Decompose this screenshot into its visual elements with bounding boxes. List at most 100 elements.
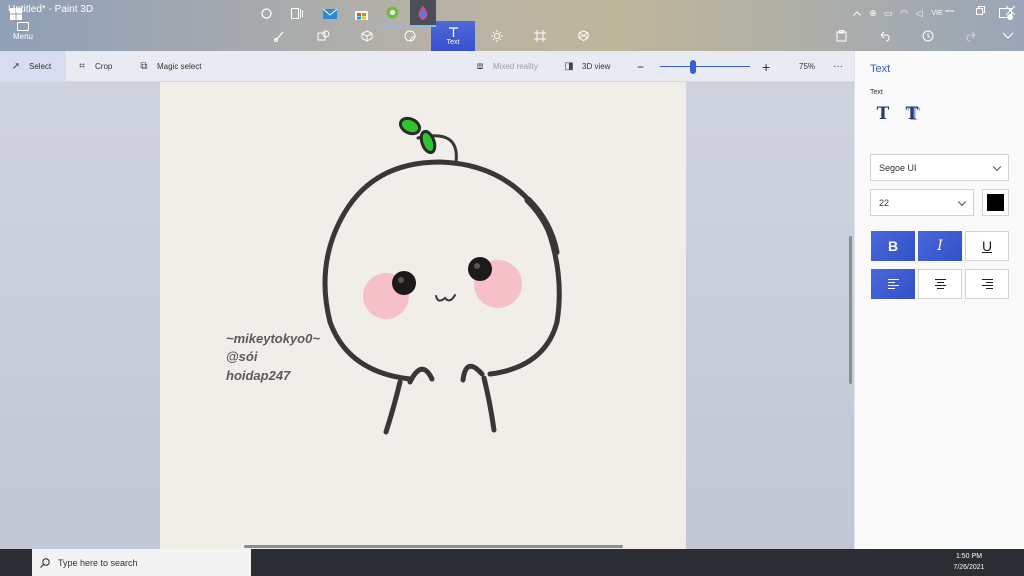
align-center-button[interactable] [918, 269, 962, 299]
font-family-dropdown[interactable]: Segoe UI [870, 154, 1009, 181]
zoom-slider-thumb[interactable] [690, 60, 696, 74]
view-3d-button[interactable]: ◨ 3D view [563, 51, 610, 82]
cursor-icon: ➚ [11, 61, 21, 72]
3d-text-button[interactable]: T [902, 104, 922, 124]
taskbar-search[interactable]: Type here to search [32, 549, 251, 576]
color-swatch [987, 194, 1004, 211]
tray-language[interactable]: VIE [928, 0, 946, 27]
tool-text[interactable]: Text [431, 21, 475, 51]
underline-button[interactable]: U [965, 231, 1009, 261]
minus-icon: − [637, 59, 645, 74]
paste-button[interactable] [830, 25, 852, 47]
panel-title: Text [870, 63, 891, 75]
task-view-button[interactable] [286, 0, 308, 27]
expand-button[interactable] [997, 25, 1019, 47]
zoom-out-button[interactable]: − [637, 51, 644, 82]
2d-shapes-icon [317, 30, 329, 41]
chevron-down-icon [1002, 32, 1014, 39]
align-center-icon [934, 277, 946, 291]
magic-select-label: Magic select [157, 62, 202, 71]
credit-line-2: @sói [226, 349, 258, 364]
bold-button[interactable]: B [871, 231, 915, 261]
3d-text-icon: T [905, 104, 919, 124]
tool-text-label: Text [446, 38, 460, 46]
redo-icon [966, 31, 976, 42]
magic-select-icon: ⧉ [140, 61, 148, 72]
plus-icon: + [762, 58, 771, 75]
3d-view-icon: ◨ [564, 61, 574, 72]
plain-text-icon: T [876, 104, 890, 124]
network-alt-icon: ⊕ [869, 8, 877, 18]
brush-icon [274, 31, 284, 42]
start-button[interactable] [0, 0, 32, 27]
task-view-icon [291, 8, 303, 19]
taskbar-clock[interactable]: 1:50 PM 7/26/2021 [946, 551, 992, 573]
paint3d-icon [418, 5, 428, 20]
zoom-percent: 75% [799, 62, 816, 71]
mixed-reality-button[interactable]: ⧈ Mixed reality [474, 51, 538, 82]
effects-icon [491, 30, 503, 42]
mixed-reality-icon: ⧈ [476, 61, 484, 72]
cortana-button[interactable] [255, 0, 277, 27]
windows-icon [10, 7, 22, 20]
character-drawing [322, 116, 562, 435]
tray-overflow-button[interactable] [850, 0, 864, 27]
3d-library-icon [578, 30, 588, 42]
language-label: VIE [931, 10, 943, 17]
history-button[interactable] [917, 25, 939, 47]
taskbar-store[interactable] [349, 0, 373, 27]
action-center-button[interactable] [996, 0, 1016, 27]
underline-label: U [981, 238, 993, 254]
italic-button[interactable]: I [918, 231, 962, 261]
font-size-dropdown[interactable]: 22 [870, 189, 974, 216]
align-left-button[interactable] [871, 269, 915, 299]
canvas-icon [534, 30, 546, 42]
browser-icon [386, 6, 398, 19]
tray-wifi[interactable]: ◠ [897, 0, 911, 27]
redo-button[interactable] [961, 25, 983, 47]
cortana-icon [260, 8, 272, 19]
crop-button[interactable]: ⌗ Crop [76, 51, 112, 82]
clock-time: 1:50 PM [955, 553, 983, 560]
italic-label: I [937, 238, 943, 254]
zoom-slider-track[interactable] [660, 66, 750, 67]
tray-volume[interactable]: ◁ [912, 0, 926, 27]
chevron-down-icon [957, 197, 967, 206]
plain-text-button[interactable]: T [873, 104, 893, 124]
restore-icon [975, 5, 985, 15]
search-placeholder: Type here to search [58, 557, 138, 568]
battery-icon: ▭ [883, 8, 893, 18]
view-3d-label: 3D view [582, 62, 611, 71]
text-icon [448, 26, 458, 37]
vertical-scrollbar[interactable] [849, 236, 852, 384]
tool-effects[interactable] [475, 21, 519, 51]
align-right-icon [981, 277, 993, 291]
tray-battery[interactable]: ▭ [881, 0, 895, 27]
wifi-icon: ◠ [900, 8, 908, 18]
drawing-canvas[interactable] [160, 82, 686, 549]
more-icon: ··· [833, 61, 843, 72]
undo-button[interactable] [873, 25, 895, 47]
paste-icon [836, 30, 846, 42]
mail-icon [323, 8, 337, 19]
select-button[interactable]: ➚ Select [0, 51, 66, 82]
mixed-reality-label: Mixed reality [493, 62, 538, 71]
zoom-in-button[interactable]: + [762, 51, 770, 82]
search-icon [40, 557, 50, 568]
taskbar-paint3d[interactable] [410, 0, 436, 27]
zoom-value[interactable]: 75% [799, 51, 815, 82]
tool-3d-library[interactable] [561, 21, 605, 51]
taskbar-mail[interactable] [318, 0, 342, 27]
restore-button[interactable] [965, 0, 995, 20]
tool-canvas[interactable] [518, 21, 562, 51]
history-icon [922, 30, 934, 42]
magic-select-button[interactable]: ⧉ Magic select [138, 51, 201, 82]
chevron-up-icon [853, 11, 861, 16]
tray-icon-1[interactable]: ⊕ [866, 0, 880, 27]
taskbar-app-green[interactable] [380, 0, 404, 27]
clock-date: 7/26/2021 [953, 564, 985, 571]
text-color-button[interactable] [982, 189, 1009, 216]
more-button[interactable]: ··· [833, 51, 843, 82]
align-right-button[interactable] [965, 269, 1009, 299]
horizontal-scrollbar[interactable] [244, 545, 623, 548]
